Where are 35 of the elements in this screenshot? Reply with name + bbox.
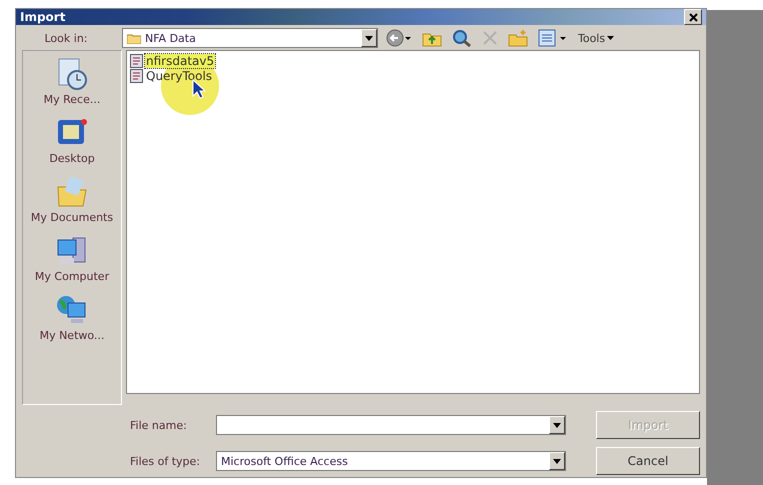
views-list-icon [538,29,568,47]
close-button[interactable] [684,9,702,25]
documents-folder-icon [55,175,89,209]
dropdown-button[interactable] [549,452,565,470]
new-folder-icon [508,29,528,47]
dropdown-button[interactable] [549,416,565,434]
delete-x-icon [482,30,498,46]
database-file-icon [130,69,143,83]
dropdown-arrow-icon [553,422,561,428]
close-icon [688,12,698,22]
file-name-field[interactable] [216,415,566,435]
cancel-button[interactable]: Cancel [596,447,700,475]
back-button[interactable] [384,29,414,47]
places-item[interactable]: My Documents [24,175,120,224]
files-of-type-label: Files of type: [130,454,202,468]
dropdown-arrow-icon [607,36,614,40]
folder-name: NFA Data [145,32,196,44]
places-item[interactable]: My Rece... [24,57,120,106]
look-in-dropdown[interactable]: NFA Data [122,28,378,48]
dropdown-arrow-icon [365,36,373,40]
dropdown-button[interactable] [361,29,377,47]
folder-icon [127,32,141,44]
file-name-label: File name: [130,418,188,432]
look-in-label: Look in: [44,32,88,44]
dropdown-arrow-icon [553,458,561,464]
tools-menu[interactable]: Tools [576,32,616,44]
database-file-icon [130,54,143,68]
places-item[interactable]: My Netwo... [24,293,120,342]
file-type-dropdown[interactable]: Microsoft Office Access [216,451,566,471]
places-item[interactable]: My Computer [24,234,120,283]
back-arrow-icon [386,29,412,47]
search-icon [452,29,472,47]
search-web-button[interactable] [450,29,474,47]
window-title: Import [20,10,66,24]
places-item[interactable]: Desktop [24,116,120,165]
